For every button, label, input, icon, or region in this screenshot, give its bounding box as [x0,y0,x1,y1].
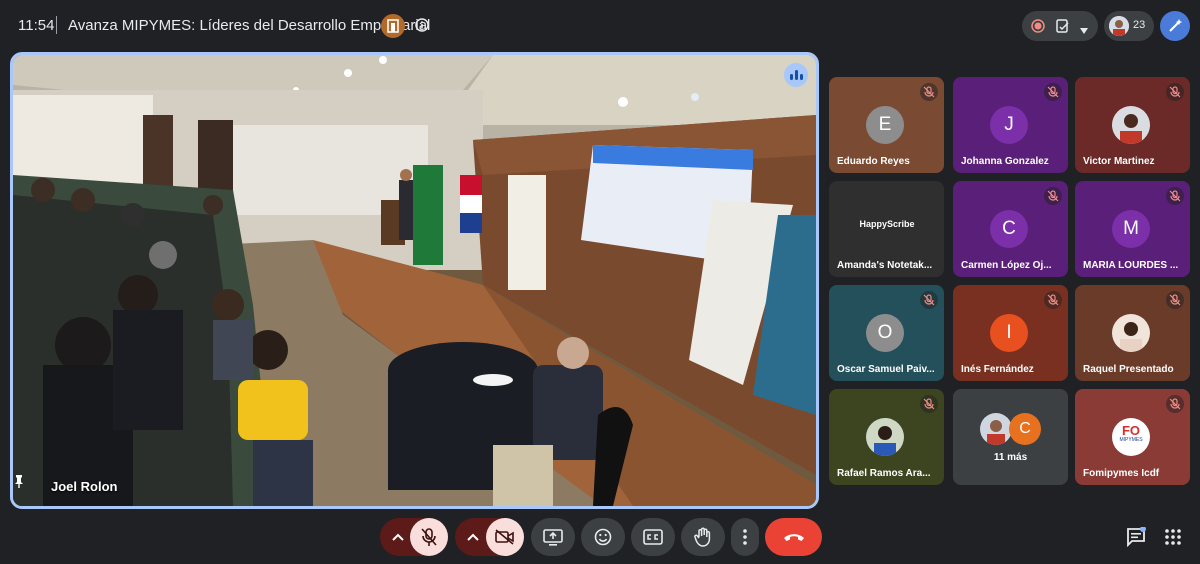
raise-hand-button[interactable] [681,518,725,556]
conference-room-image [13,55,816,506]
avatar: J [990,106,1028,144]
emoji-button[interactable] [581,518,625,556]
captions-icon [643,529,663,545]
clock: 11:54 [18,17,55,34]
mic-off-icon [1166,83,1184,101]
mic-off-icon [1044,291,1062,309]
fomipymes-logo: FO MIPYMES [1112,418,1150,456]
more-options-button[interactable] [731,518,759,556]
participant-name: Victor Martinez [1083,156,1155,167]
meeting-title: Avanza MIPYMES: Líderes del Desarrollo E… [68,17,431,34]
top-bar: 11:54 Avanza MIPYMES: Líderes del Desarr… [0,0,1200,52]
avatar: C [990,210,1028,248]
participant-tile[interactable]: O Oscar Samuel Paiv... [829,285,944,381]
captions-button[interactable] [631,518,675,556]
mic-off-icon [920,291,938,309]
participant-name: Raquel Presentado [1083,364,1174,375]
chevron-up-icon[interactable] [467,533,479,541]
mic-off-icon [1044,187,1062,205]
leave-call-button[interactable] [765,518,822,556]
apps-grid-icon[interactable] [1165,529,1181,550]
divider [56,16,57,34]
participant-tile[interactable]: E Eduardo Reyes [829,77,944,173]
participant-tile[interactable]: J Johanna Gonzalez [953,77,1068,173]
participant-name: Oscar Samuel Paiv... [837,364,935,375]
mic-off-icon [1166,395,1184,413]
main-video-feed[interactable]: Joel Rolon [10,52,819,509]
more-participants-label: 11 más [993,452,1028,463]
more-options-icon [743,529,747,545]
speaker-name: Joel Rolon [51,479,118,494]
avatar: M [1112,210,1150,248]
participant-tile[interactable]: HappyScribe Amanda's Notetak... [829,181,944,277]
participant-name: Amanda's Notetak... [837,260,933,271]
mic-off-icon [1166,187,1184,205]
participants-button[interactable]: 23 [1104,11,1154,41]
chat-icon[interactable] [1126,526,1146,552]
participant-tile[interactable]: C 11 más [953,389,1068,485]
mic-off-icon [920,83,938,101]
mic-off-icon [920,395,938,413]
meeting-badge-icon[interactable] [381,14,405,38]
avatar: I [990,314,1028,352]
participant-name: Eduardo Reyes [837,156,910,167]
avatar: O [866,314,904,352]
raise-hand-icon [694,527,711,547]
participant-name: Carmen López Oj... [961,260,1052,271]
participant-avatar [1109,16,1129,36]
record-icon[interactable] [1031,19,1045,38]
participant-tile[interactable]: FO MIPYMES Fomipymes Icdf [1075,389,1190,485]
emoji-icon [594,528,612,546]
mic-off-icon [1166,291,1184,309]
participant-name: Johanna Gonzalez [961,156,1049,167]
gemini-icon[interactable] [1160,11,1190,41]
chevron-down-icon[interactable] [1079,22,1089,40]
speaking-indicator-icon [784,63,808,87]
mic-off-icon [421,528,437,546]
present-screen-icon [543,529,563,546]
mic-off-icon [1044,83,1062,101]
mic-toggle-button[interactable] [410,518,448,556]
participant-tile[interactable]: I Inés Fernández [953,285,1068,381]
avatar [1112,106,1150,144]
participant-name: MARIA LOURDES ... [1083,260,1179,271]
avatar [980,413,1012,445]
notetaker-logo: HappyScribe [859,219,915,229]
participant-tile[interactable]: C Carmen López Oj... [953,181,1068,277]
avatar [866,418,904,456]
camera-toggle-button[interactable] [486,518,524,556]
participant-name: Inés Fernández [961,364,1034,375]
info-icon[interactable] [415,18,429,37]
pin-icon[interactable] [13,474,25,493]
participant-name: Fomipymes Icdf [1083,468,1160,479]
chevron-up-icon[interactable] [392,533,404,541]
camera-off-icon [495,529,514,545]
participant-tile[interactable]: Raquel Presentado [1075,285,1190,381]
participant-tile[interactable]: Rafael Ramos Ara... [829,389,944,485]
present-button[interactable] [531,518,575,556]
avatar: C [1009,413,1041,445]
hang-up-icon [784,534,804,541]
participant-tile[interactable]: M MARIA LOURDES ... [1075,181,1190,277]
recording-controls[interactable] [1022,11,1098,41]
participant-name: Rafael Ramos Ara... [837,468,931,479]
participant-count: 23 [1133,19,1146,31]
activities-icon[interactable] [1055,18,1071,39]
participant-tile[interactable]: Victor Martinez [1075,77,1190,173]
avatar [1112,314,1150,352]
avatar: E [866,106,904,144]
